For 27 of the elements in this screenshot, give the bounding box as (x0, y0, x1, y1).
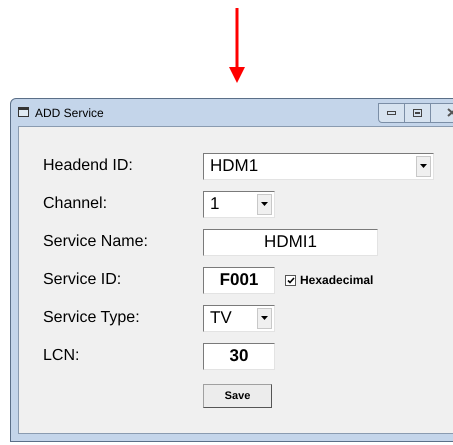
minimize-icon (387, 110, 396, 114)
window-icon (18, 107, 30, 118)
maximize-icon (413, 108, 422, 116)
field-label: Channel: (43, 194, 108, 214)
dropdown-button[interactable] (257, 308, 272, 328)
dropdown-button[interactable] (416, 156, 431, 176)
text-field[interactable]: F001 (203, 266, 275, 294)
field-label: Service ID: (43, 270, 122, 290)
down-arrow-icon (228, 8, 244, 83)
checkbox-label: Hexadecimal (300, 272, 374, 289)
checkbox[interactable] (285, 274, 296, 286)
field-label: Service Type: (43, 308, 141, 328)
window-title: ADD Service (35, 104, 104, 122)
dropdown-field[interactable]: 1 (203, 190, 275, 218)
save-button[interactable]: Save (203, 384, 272, 408)
dropdown-caret-icon (261, 202, 268, 206)
dropdown-field[interactable]: TV (203, 304, 275, 332)
dropdown-caret-icon (420, 164, 427, 168)
text-field[interactable]: HDMI1 (203, 228, 378, 256)
dropdown-button[interactable] (257, 194, 272, 214)
field-label: Service Name: (43, 232, 149, 252)
text-field[interactable]: 30 (203, 342, 275, 370)
dropdown-field[interactable]: HDM1 (203, 152, 434, 180)
check-icon (286, 276, 294, 284)
dropdown-caret-icon (261, 316, 268, 320)
field-label: Headend ID: (43, 156, 134, 176)
field-label: LCN: (43, 346, 80, 366)
